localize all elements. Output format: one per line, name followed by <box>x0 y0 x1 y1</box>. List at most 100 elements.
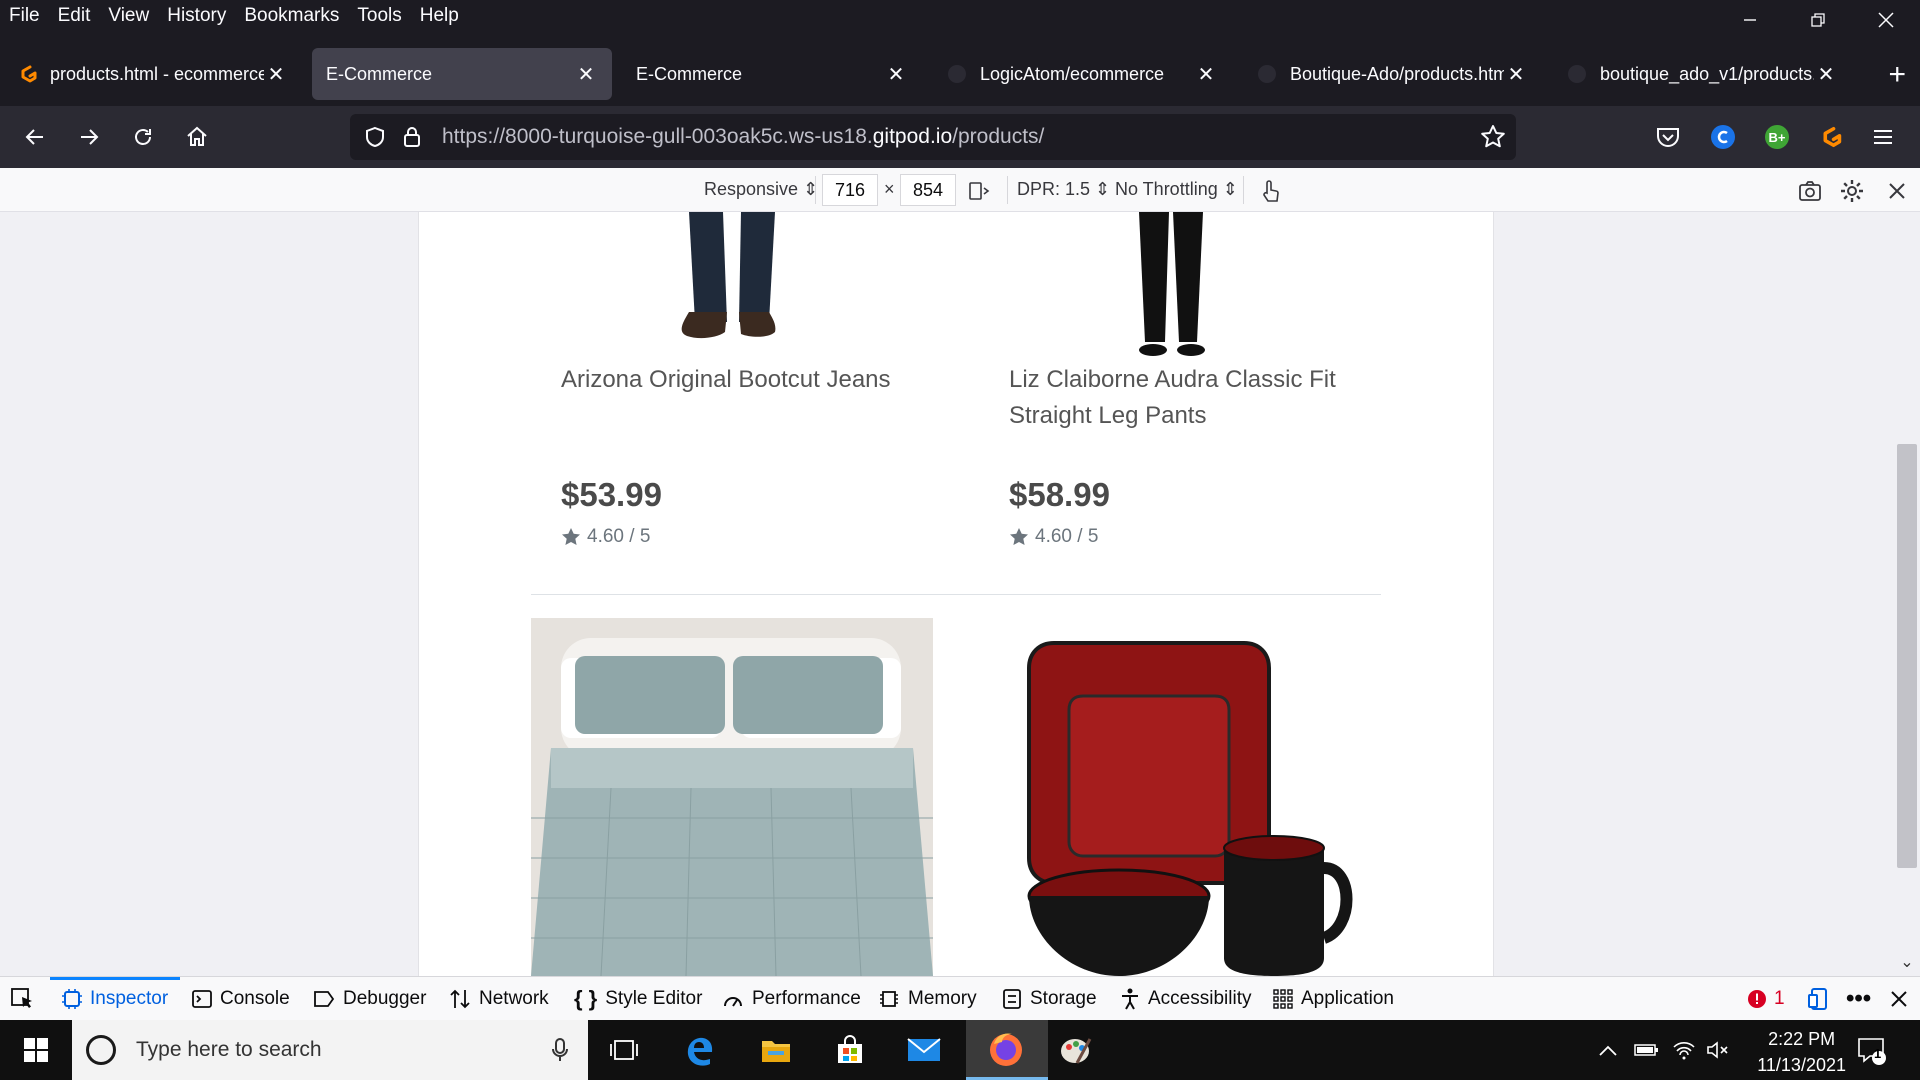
bedding-image[interactable] <box>531 618 933 976</box>
jeans-image[interactable] <box>659 212 809 362</box>
store-icon[interactable] <box>830 1030 870 1070</box>
lock-icon[interactable] <box>402 125 422 154</box>
url-bar[interactable]: https://8000-turquoise-gull-003oak5c.ws-… <box>350 114 1516 160</box>
new-tab-button[interactable]: + <box>1888 60 1906 90</box>
page-scrollbar[interactable]: ⌄ <box>1894 212 1920 976</box>
pocket-icon[interactable] <box>1653 122 1683 152</box>
responsive-design-toolbar: Responsive ⇕ 716 × 854 DPR: 1.5 ⇕ No Thr… <box>0 168 1920 212</box>
rotate-viewport-icon[interactable] <box>964 176 994 206</box>
screenshot-icon[interactable] <box>1795 176 1825 206</box>
product-page: Arizona Original Bootcut Jeans $53.99 4.… <box>418 212 1494 976</box>
tab-application[interactable]: Application <box>1273 977 1394 1021</box>
close-tab-icon[interactable]: ✕ <box>1194 62 1218 87</box>
console-icon <box>192 989 212 1009</box>
github-icon <box>1566 63 1588 85</box>
taskbar-clock[interactable]: 2:22 PM 11/13/2021 <box>1757 1026 1846 1078</box>
reload-button[interactable] <box>126 120 160 154</box>
menu-history[interactable]: History <box>158 5 235 27</box>
edge-icon[interactable] <box>680 1030 720 1070</box>
tab-products-html[interactable]: products.html - ecommerce ✕ <box>2 48 302 100</box>
forward-button[interactable] <box>72 120 106 154</box>
tab-accessibility[interactable]: Accessibility <box>1120 977 1251 1021</box>
url-text[interactable]: https://8000-turquoise-gull-003oak5c.ws-… <box>442 125 1044 149</box>
tab-console[interactable]: Console <box>192 977 290 1021</box>
viewport-width-input[interactable]: 716 <box>822 174 878 206</box>
notifications-icon[interactable]: 1 <box>1856 1020 1886 1080</box>
minimize-button[interactable] <box>1716 0 1784 40</box>
tab-memory[interactable]: Memory <box>878 977 977 1021</box>
error-count-badge[interactable]: 1 <box>1748 977 1785 1021</box>
battery-icon[interactable] <box>1634 1020 1660 1080</box>
tab-performance[interactable]: Performance <box>722 977 861 1021</box>
times-label: × <box>884 179 895 199</box>
dpr-selector[interactable]: DPR: 1.5 ⇕ <box>1017 179 1110 200</box>
more-options-icon[interactable]: ••• <box>1846 977 1871 1021</box>
show-hidden-icons[interactable] <box>1598 1020 1618 1080</box>
close-tab-icon[interactable]: ✕ <box>1814 62 1838 87</box>
tab-boutique-ado[interactable]: Boutique-Ado/products.html ✕ <box>1242 48 1542 100</box>
accessibility-icon <box>1120 988 1140 1010</box>
close-tab-icon[interactable]: ✕ <box>264 62 288 87</box>
inspector-icon <box>62 989 82 1009</box>
product-name[interactable]: Liz Claiborne Audra Classic Fit Straight… <box>1009 362 1389 434</box>
element-picker-icon[interactable] <box>10 977 36 1021</box>
close-tab-icon[interactable]: ✕ <box>884 62 908 87</box>
touch-simulation-icon[interactable] <box>1255 176 1285 206</box>
gitpod-extension-icon[interactable] <box>1815 122 1845 152</box>
menu-tools[interactable]: Tools <box>348 5 410 27</box>
file-explorer-icon[interactable] <box>756 1030 796 1070</box>
firefox-icon <box>986 1030 1026 1075</box>
throttling-selector[interactable]: No Throttling ⇕ <box>1115 179 1238 200</box>
tab-style-editor[interactable]: { } Style Editor <box>574 977 702 1021</box>
firefox-taskbar-button[interactable] <box>966 1020 1048 1080</box>
bookmark-star-icon[interactable] <box>1480 124 1506 155</box>
menu-bookmarks[interactable]: Bookmarks <box>235 5 348 27</box>
close-window-button[interactable] <box>1852 0 1920 40</box>
taskbar-search[interactable]: Type here to search <box>72 1020 588 1080</box>
menu-edit[interactable]: Edit <box>49 5 100 27</box>
github-icon <box>1256 63 1278 85</box>
tab-inspector[interactable]: Inspector <box>50 977 181 1021</box>
paint-icon[interactable] <box>1056 1030 1096 1070</box>
volume-muted-icon[interactable] <box>1706 1020 1730 1080</box>
responsive-mode-icon[interactable] <box>1808 977 1830 1021</box>
extension-blue-icon[interactable] <box>1708 122 1738 152</box>
hamburger-menu-icon[interactable] <box>1868 122 1898 152</box>
debugger-icon <box>313 989 335 1009</box>
tab-ecommerce-active[interactable]: E-Commerce ✕ <box>312 48 612 100</box>
settings-gear-icon[interactable] <box>1837 176 1867 206</box>
pants-image[interactable] <box>1109 212 1239 362</box>
menu-view[interactable]: View <box>99 5 158 27</box>
viewport-height-input[interactable]: 854 <box>900 174 956 206</box>
clock-time: 2:22 PM <box>1768 1029 1836 1049</box>
shield-icon[interactable] <box>364 126 386 153</box>
scroll-down-arrow[interactable]: ⌄ <box>1894 952 1920 972</box>
restore-button[interactable] <box>1784 0 1852 40</box>
tab-storage[interactable]: Storage <box>1002 977 1097 1021</box>
menu-help[interactable]: Help <box>411 5 468 27</box>
product-name[interactable]: Arizona Original Bootcut Jeans <box>561 362 921 398</box>
tab-boutique-ado-v1[interactable]: boutique_ado_v1/products.html ✕ <box>1552 48 1852 100</box>
tab-logicatom[interactable]: LogicAtom/ecommerce ✕ <box>932 48 1232 100</box>
close-tab-icon[interactable]: ✕ <box>574 62 598 87</box>
tab-ecommerce[interactable]: E-Commerce ✕ <box>622 48 922 100</box>
menu-file[interactable]: File <box>0 5 49 27</box>
windows-start-icon[interactable] <box>16 1030 56 1070</box>
close-tab-icon[interactable]: ✕ <box>1504 62 1528 87</box>
tab-network[interactable]: Network <box>449 977 549 1021</box>
close-devtools-icon[interactable] <box>1890 977 1908 1021</box>
device-selector[interactable]: Responsive ⇕ <box>704 179 818 200</box>
tab-debugger[interactable]: Debugger <box>313 977 426 1021</box>
dinnerware-image[interactable] <box>989 618 1391 976</box>
scrollbar-thumb[interactable] <box>1897 444 1917 868</box>
extension-green-icon[interactable]: B+ <box>1762 122 1792 152</box>
home-button[interactable] <box>180 120 214 154</box>
back-button[interactable] <box>18 120 52 154</box>
close-rdm-icon[interactable] <box>1882 176 1912 206</box>
tab-title: LogicAtom/ecommerce <box>980 63 1165 84</box>
mail-icon[interactable] <box>904 1030 944 1070</box>
microphone-icon[interactable] <box>552 1038 568 1067</box>
wifi-icon[interactable] <box>1672 1020 1696 1080</box>
notification-count: 1 <box>1874 1046 1882 1061</box>
task-view-icon[interactable] <box>604 1030 644 1070</box>
